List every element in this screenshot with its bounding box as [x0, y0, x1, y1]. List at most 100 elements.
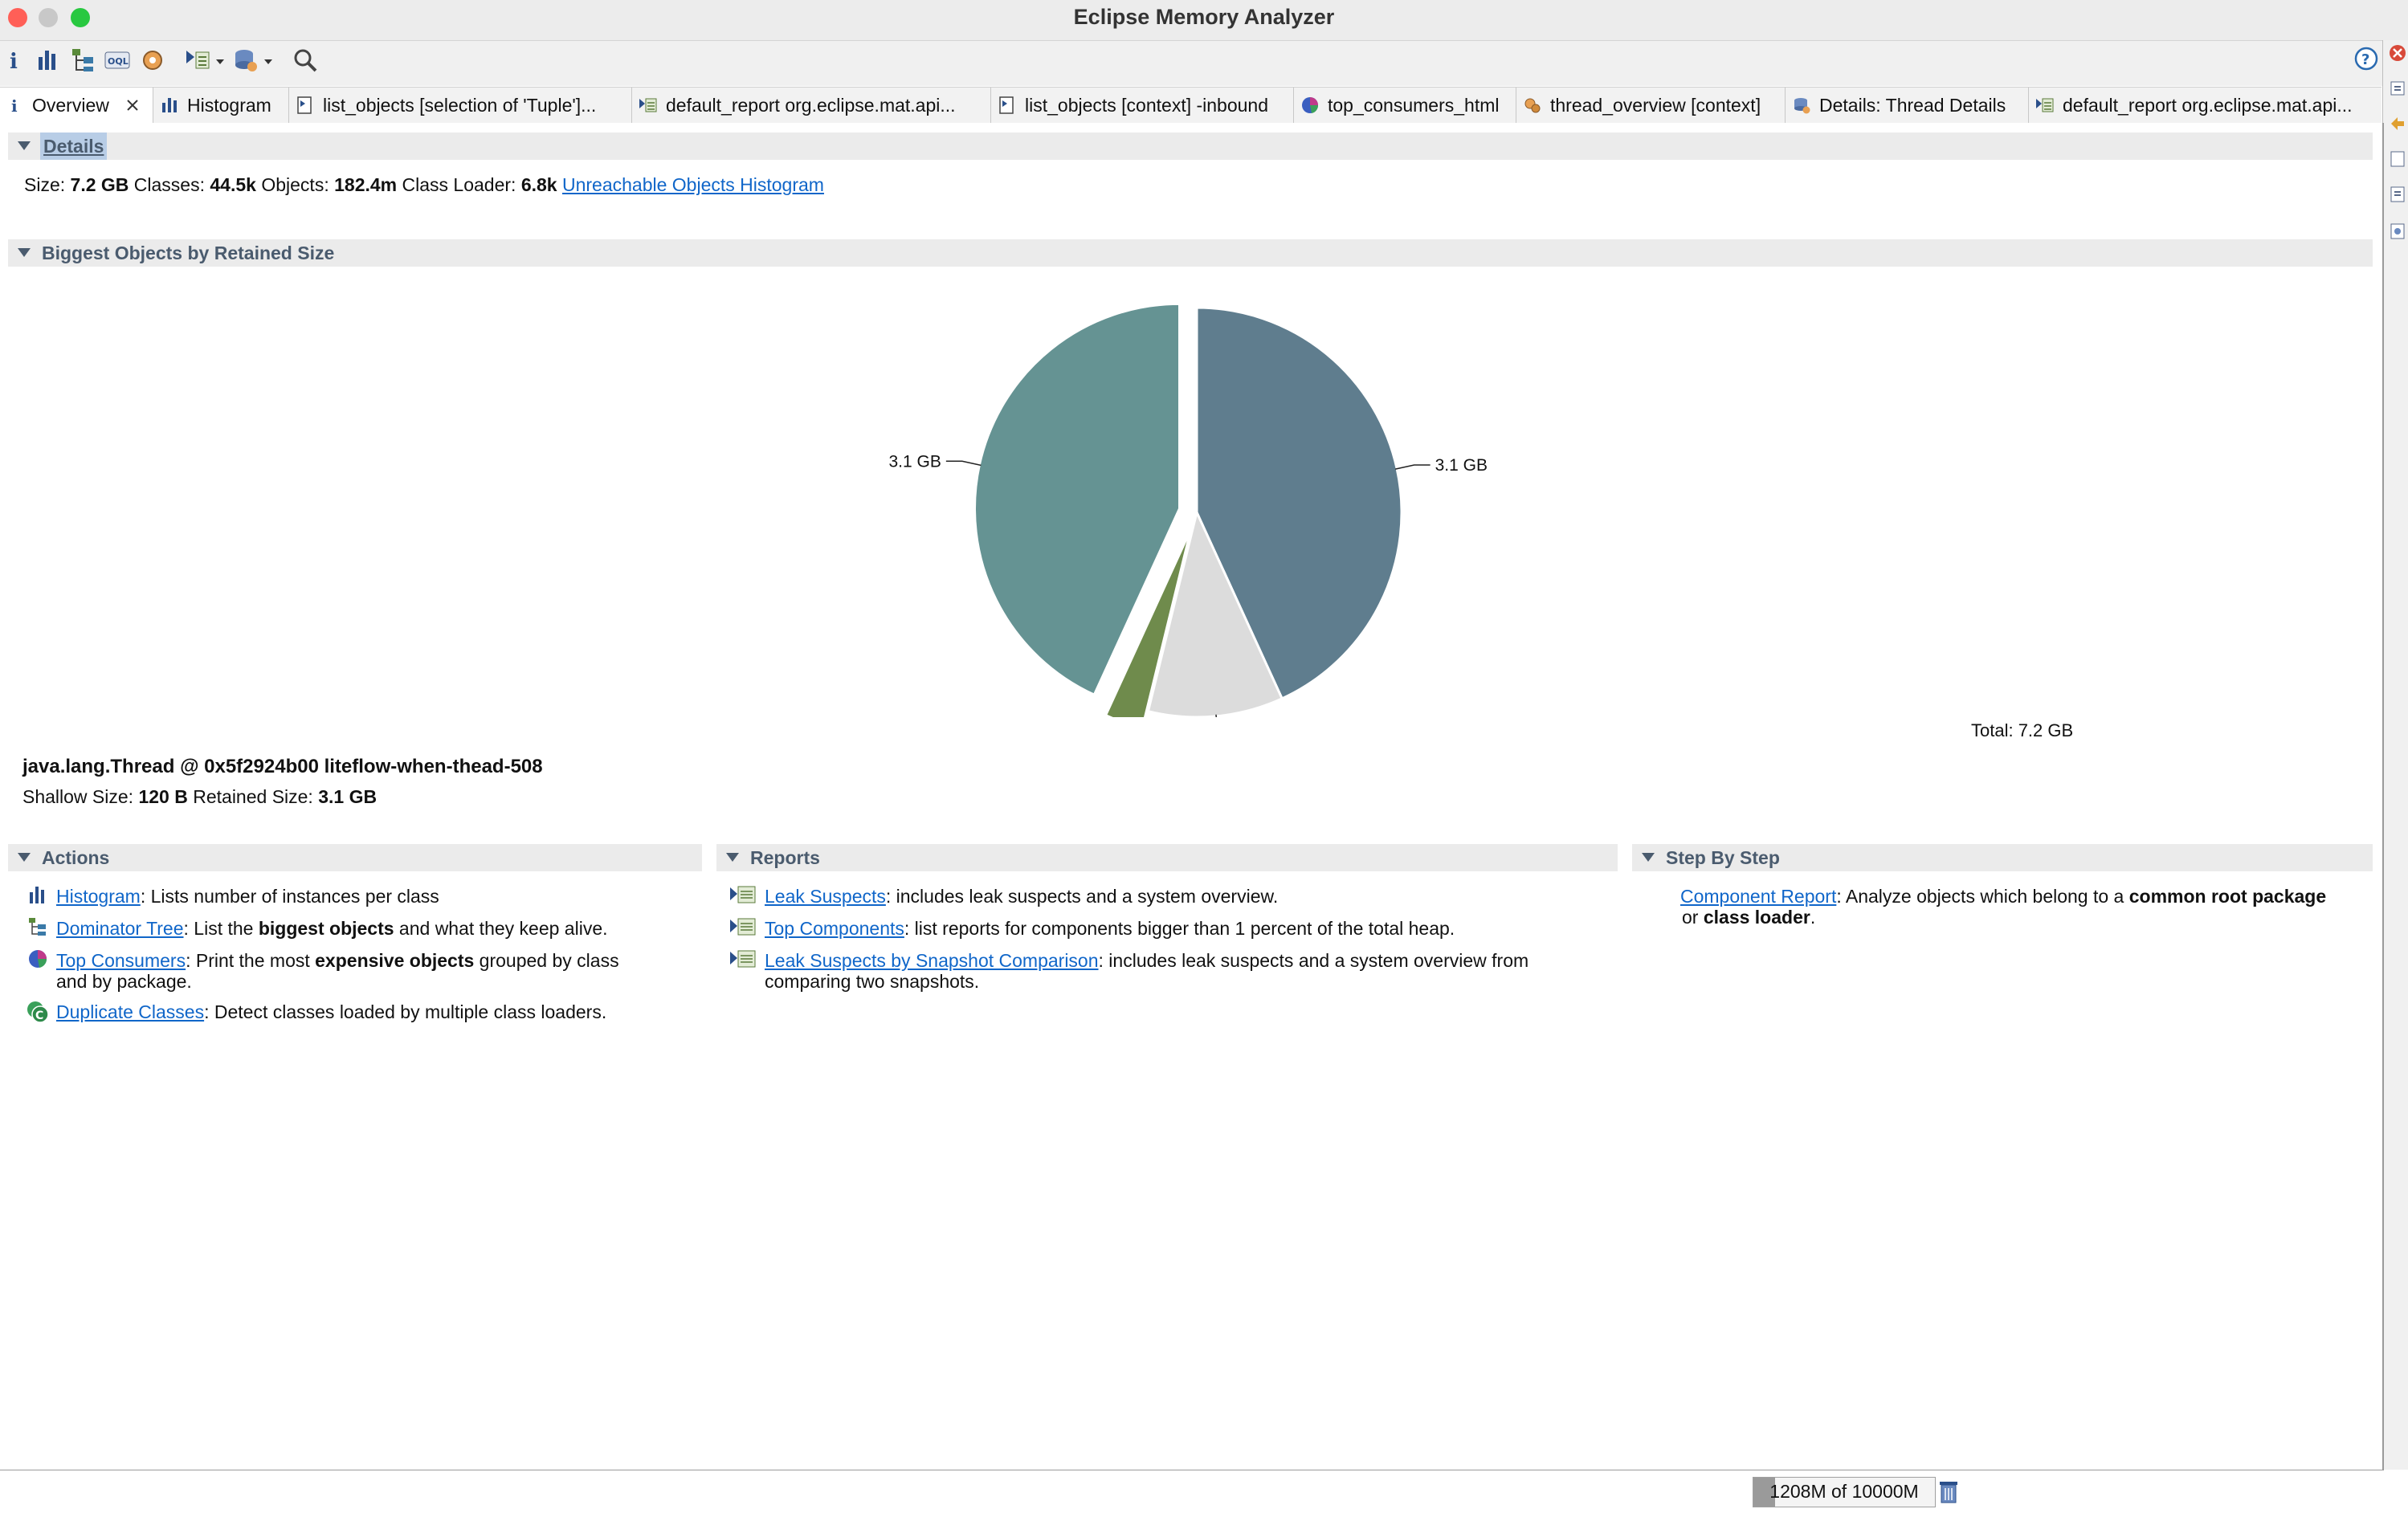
selected-object-sizes: Shallow Size: 120 B Retained Size: 3.1 G…	[22, 786, 377, 808]
retained-size-label: Retained Size:	[193, 786, 313, 807]
svg-text:C: C	[35, 1009, 43, 1022]
histogram-icon[interactable]	[34, 46, 63, 75]
heap-status[interactable]: 1208M of 10000M	[1753, 1477, 1936, 1507]
dominator-tree-icon[interactable]	[69, 46, 98, 75]
pie-slice-label-3: 3.1 GB	[888, 452, 941, 471]
reports-heading: Reports	[750, 847, 820, 868]
tab-default-report-2[interactable]: default_report org.eclipse.mat.api...	[2029, 88, 2381, 123]
tab-top-consumers-html[interactable]: top_consumers_html	[1294, 88, 1516, 123]
step-description: .	[1810, 907, 1816, 928]
close-icon[interactable]	[125, 98, 140, 112]
pie-slice-label-0: 3.1 GB	[1435, 456, 1488, 475]
report-icon	[639, 98, 657, 112]
inspector-icon[interactable]	[2388, 185, 2407, 204]
details-summary: Size: 7.2 GB Classes: 44.5k Objects: 182…	[24, 174, 824, 196]
action-top-consumers-line2: and by package.	[56, 971, 192, 992]
duplicate-classes-link[interactable]: Duplicate Classes	[56, 1001, 204, 1022]
compare-icon[interactable]	[2388, 222, 2407, 241]
heap-dump-details-icon[interactable]	[138, 46, 167, 75]
classes-value: 44.5k	[210, 174, 256, 195]
collapse-toggle-icon[interactable]	[18, 853, 31, 862]
error-icon[interactable]	[2388, 43, 2407, 63]
step-component-report-line2: or class loader.	[1682, 907, 1815, 928]
tab-list-objects-selection[interactable]: list_objects [selection of 'Tuple']...	[289, 88, 632, 123]
action-description: and what they keep alive.	[394, 918, 608, 939]
info-icon: i	[11, 96, 18, 115]
histogram-link[interactable]: Histogram	[56, 886, 141, 907]
class-loader-label: Class Loader:	[402, 174, 516, 195]
svg-text:OQL: OQL	[108, 56, 129, 67]
top-consumers-icon	[29, 950, 47, 968]
search-icon[interactable]	[291, 46, 320, 75]
step-description: : Analyze objects which belong to a	[1836, 886, 2129, 907]
biggest-objects-section-header[interactable]: Biggest Objects by Retained Size	[8, 239, 2373, 267]
tab-label: Overview	[32, 95, 109, 116]
retained-size-pie-chart[interactable]: 3.1 GB764.8 MB216.8 MB3.1 GB	[884, 267, 1606, 717]
info-icon[interactable]: i	[3, 46, 32, 75]
pie-leader-line-0	[1395, 464, 1431, 470]
class-loader-value: 6.8k	[520, 174, 557, 195]
trash-icon[interactable]	[1937, 1478, 1960, 1504]
action-description: : Detect classes loaded by multiple clas…	[204, 1001, 607, 1022]
thread-details-icon	[1794, 98, 1810, 114]
details-section-header[interactable]: Details	[8, 133, 2373, 160]
histogram-icon	[162, 98, 177, 112]
tab-histogram[interactable]: Histogram	[153, 88, 289, 123]
svg-text:i: i	[10, 50, 18, 74]
heap-usage-text: 1208M of 10000M	[1769, 1481, 1919, 1502]
collapse-toggle-icon[interactable]	[1642, 853, 1655, 862]
query-browser-icon[interactable]	[231, 46, 260, 75]
tab-label: Details: Thread Details	[1819, 95, 2006, 116]
top-components-link[interactable]: Top Components	[765, 918, 904, 939]
tab-list-objects-inbound[interactable]: list_objects [context] -inbound	[991, 88, 1294, 123]
unreachable-objects-histogram-link[interactable]: Unreachable Objects Histogram	[562, 174, 824, 195]
action-dominator-tree: Dominator Tree: List the biggest objects…	[56, 918, 608, 940]
dominator-tree-link[interactable]: Dominator Tree	[56, 918, 184, 939]
collapse-toggle-icon[interactable]	[18, 141, 31, 150]
oql-icon[interactable]: OQL	[103, 46, 132, 75]
tab-default-report-1[interactable]: default_report org.eclipse.mat.api...	[632, 88, 991, 123]
main-toolbar: i OQL ?	[0, 41, 2408, 86]
step-component-report: Component Report: Analyze objects which …	[1680, 886, 2326, 907]
classes-label: Classes:	[133, 174, 205, 195]
report-icon	[730, 918, 756, 936]
step-by-step-section-header[interactable]: Step By Step	[1632, 844, 2373, 871]
component-report-link[interactable]: Component Report	[1680, 886, 1836, 907]
tab-thread-details[interactable]: Details: Thread Details	[1786, 88, 2029, 123]
help-icon[interactable]: ?	[2352, 44, 2381, 73]
histogram-icon	[30, 887, 44, 903]
action-description: : Print the most	[186, 950, 316, 971]
report-snapshot-comparison-line2: comparing two snapshots.	[765, 971, 980, 992]
report-icon	[2036, 98, 2054, 112]
notes-icon[interactable]	[2388, 149, 2407, 169]
dominator-tree-icon	[29, 918, 46, 936]
leak-suspects-comparison-link[interactable]: Leak Suspects by Snapshot Comparison	[765, 950, 1099, 971]
collapse-toggle-icon[interactable]	[18, 248, 31, 257]
leak-suspects-link[interactable]: Leak Suspects	[765, 886, 886, 907]
top-consumers-icon	[1302, 97, 1319, 113]
tab-overview[interactable]: i Overview	[0, 88, 153, 123]
action-histogram: Histogram: Lists number of instances per…	[56, 886, 439, 907]
collapse-toggle-icon[interactable]	[726, 853, 739, 862]
editor-tab-bar: i Overview Histogram list_objects [selec…	[0, 87, 2381, 124]
size-label: Size:	[24, 174, 66, 195]
tab-thread-overview[interactable]: thread_overview [context]	[1516, 88, 1786, 123]
history-icon[interactable]	[2388, 114, 2407, 133]
shallow-size-label: Shallow Size:	[22, 786, 134, 807]
reports-section-header[interactable]: Reports	[716, 844, 1618, 871]
actions-section-header[interactable]: Actions	[8, 844, 702, 871]
navigation-history-icon[interactable]	[2388, 79, 2407, 98]
action-emphasis: expensive objects	[315, 950, 475, 971]
tab-label: list_objects [selection of 'Tuple']...	[323, 95, 597, 116]
shallow-size-value: 120 B	[138, 786, 188, 807]
report-description: : includes leak suspects and a system ov…	[1098, 950, 1529, 971]
action-description: grouped by class	[474, 950, 619, 971]
svg-text:i: i	[11, 96, 18, 115]
thread-overview-icon	[1524, 98, 1541, 113]
top-consumers-link[interactable]: Top Consumers	[56, 950, 186, 971]
chevron-down-icon[interactable]	[263, 57, 273, 67]
report-icon	[730, 950, 756, 968]
run-report-icon[interactable]	[183, 46, 212, 75]
chevron-down-icon[interactable]	[215, 57, 225, 67]
selected-object-name: java.lang.Thread @ 0x5f2924b00 liteflow-…	[22, 756, 543, 777]
